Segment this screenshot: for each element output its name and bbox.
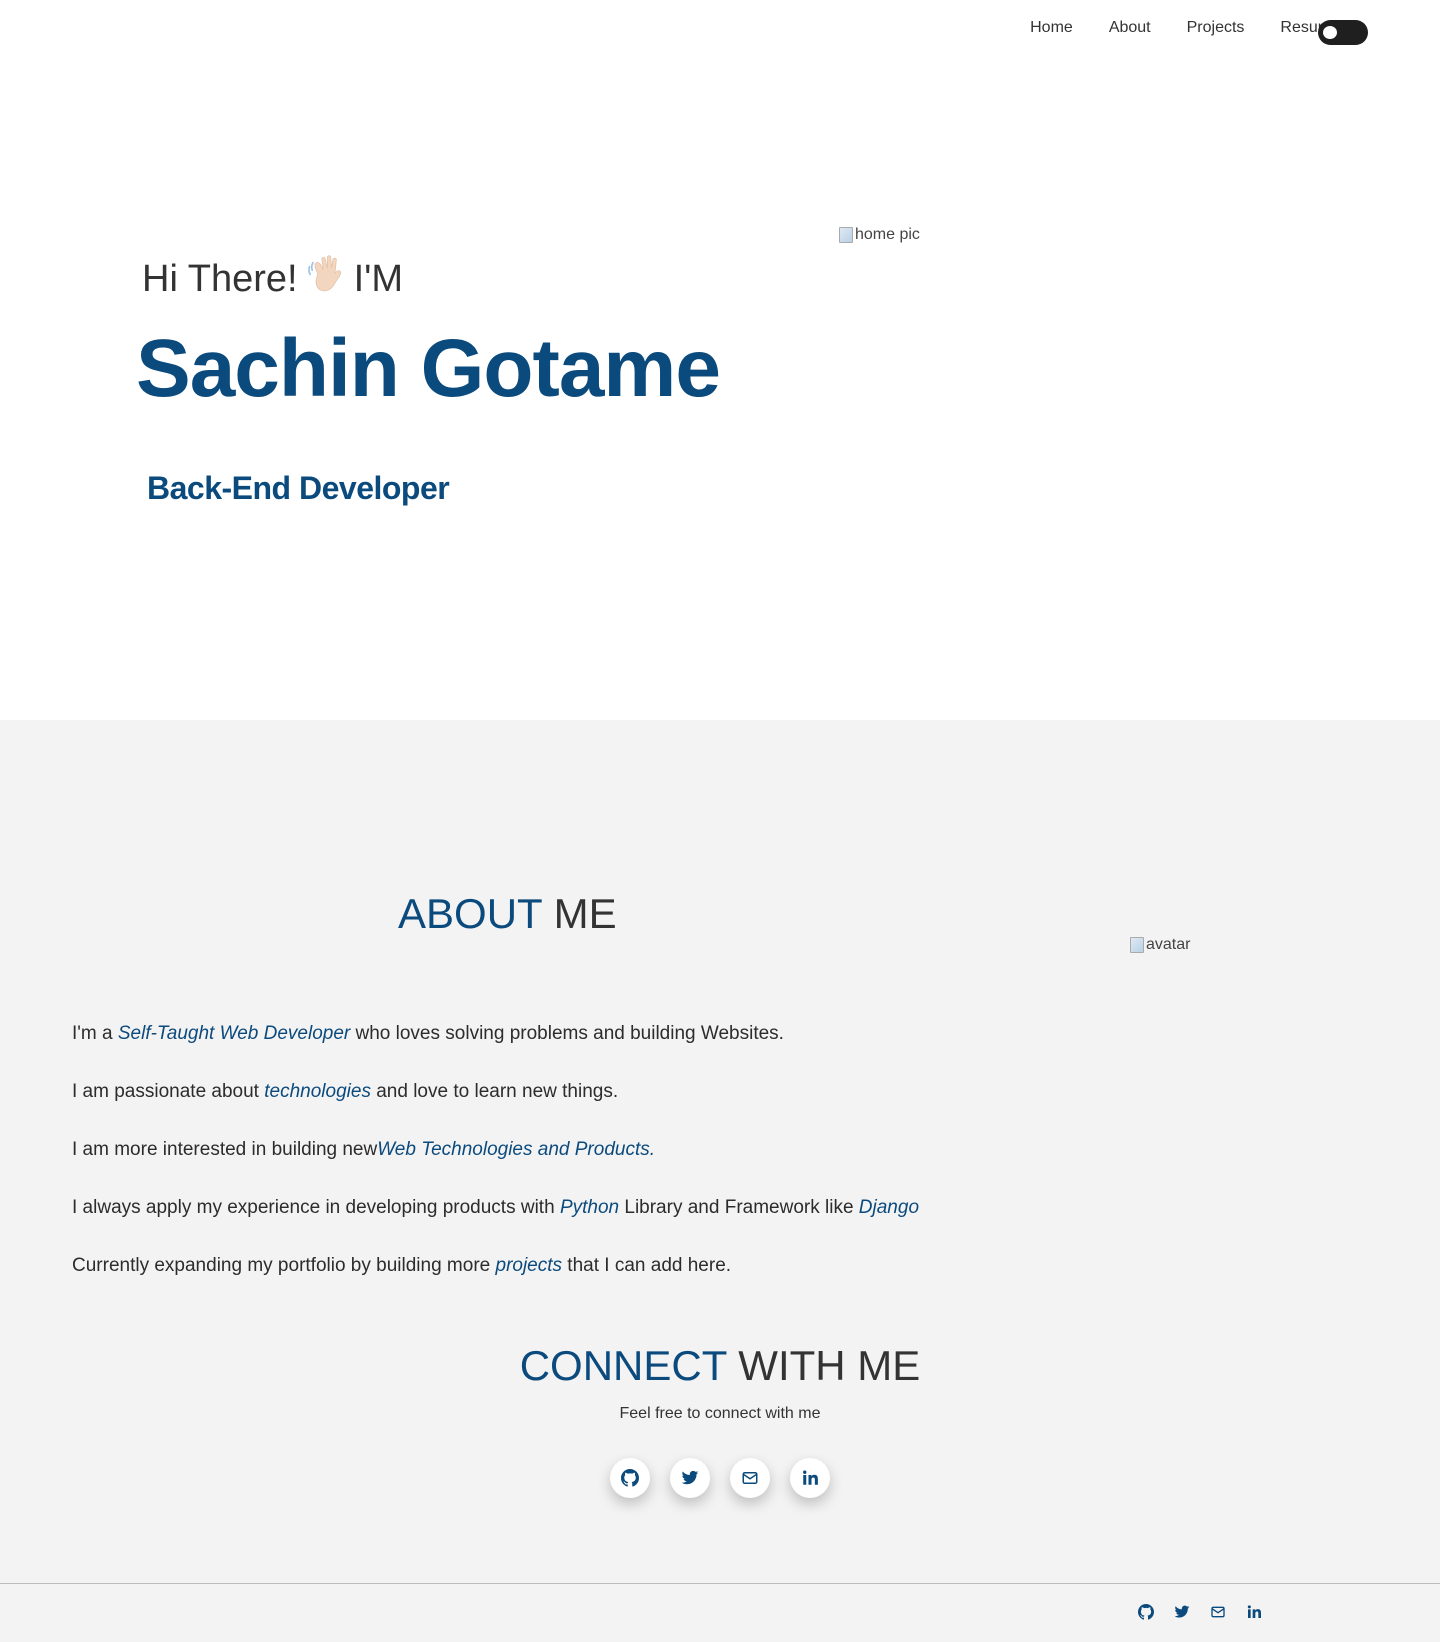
footer-github-link[interactable] (1138, 1604, 1154, 1620)
about-section: ABOUT ME avatar I'm a Self-Taught Web De… (0, 720, 1440, 1584)
about-title-rest: ME (553, 890, 617, 937)
greeting-post: I'M (353, 258, 404, 300)
github-icon (621, 1469, 639, 1487)
theme-toggle[interactable] (1318, 20, 1368, 45)
about-line-text: I am passionate about (72, 1081, 265, 1102)
avatar-image: avatar (1130, 936, 1190, 954)
footer-linkedin-link[interactable] (1246, 1604, 1262, 1620)
about-line-5: Currently expanding my portfolio by buil… (72, 1254, 919, 1312)
waving-hand-icon (307, 255, 341, 292)
toggle-knob (1323, 26, 1337, 39)
footer-email-link[interactable] (1210, 1604, 1226, 1620)
footer (0, 1583, 1440, 1642)
about-text: I'm a Self-Taught Web Developer who love… (72, 1022, 919, 1312)
greeting-pre: Hi There! (142, 258, 298, 300)
about-line-text: Currently expanding my portfolio by buil… (72, 1255, 496, 1276)
about-line-text: that I can add here. (562, 1255, 732, 1276)
about-line-text: and love to learn new things. (370, 1081, 619, 1102)
footer-social-links (1138, 1604, 1282, 1620)
email-button[interactable] (730, 1458, 770, 1498)
about-line-3: I am more interested in building newWeb … (72, 1138, 919, 1196)
broken-image-icon (1130, 937, 1144, 953)
hero-greeting: Hi There! I'M (142, 253, 403, 301)
about-line-2: I am passionate about technologies and l… (72, 1080, 919, 1138)
hero-role: Back-End Developer (147, 470, 450, 506)
nav-about-link[interactable]: About (1109, 19, 1151, 37)
nav-home-link[interactable]: Home (1030, 19, 1073, 37)
about-title-accent: ABOUT (398, 890, 542, 937)
connect-title-accent: CONNECT (519, 1342, 727, 1389)
broken-image-icon (839, 227, 853, 243)
about-line-4: I always apply my experience in developi… (72, 1196, 919, 1254)
avatar-alt: avatar (1146, 936, 1191, 953)
nav-links: Home About Projects Resume (994, 19, 1340, 37)
navbar: Home About Projects Resume (0, 0, 1440, 62)
about-line-text: who loves solving problems and building … (350, 1023, 784, 1044)
mail-icon (1211, 1606, 1225, 1618)
about-highlight: Python (559, 1197, 620, 1218)
connect-subtitle: Feel free to connect with me (619, 1405, 821, 1422)
about-highlight: projects (495, 1255, 563, 1276)
twitter-button[interactable] (670, 1458, 710, 1498)
github-button[interactable] (610, 1458, 650, 1498)
connect-title: CONNECT WITH ME (0, 1342, 1440, 1390)
github-icon (1138, 1604, 1154, 1620)
twitter-icon (1174, 1605, 1190, 1618)
twitter-icon (681, 1470, 699, 1485)
linkedin-icon (803, 1470, 818, 1485)
linkedin-icon (1247, 1605, 1261, 1618)
connect-title-rest: WITH ME (738, 1342, 921, 1389)
mail-icon (742, 1472, 758, 1484)
about-line-text: I always apply my experience in developi… (72, 1197, 560, 1218)
about-highlight: Self-Taught Web Developer (117, 1023, 351, 1044)
about-highlight: technologies (264, 1081, 371, 1102)
social-links (610, 1458, 850, 1498)
home-pic-image: home pic (839, 226, 920, 244)
about-highlight: Web Technologies and Products. (377, 1139, 656, 1160)
about-line-text: I am more interested in building new (72, 1139, 378, 1160)
footer-twitter-link[interactable] (1174, 1604, 1190, 1620)
home-pic-alt: home pic (855, 226, 920, 243)
about-line-text: I'm a (72, 1023, 118, 1044)
hero-name: Sachin Gotame (136, 323, 721, 414)
about-highlight: Django (858, 1197, 920, 1218)
about-line-1: I'm a Self-Taught Web Developer who love… (72, 1022, 919, 1080)
linkedin-button[interactable] (790, 1458, 830, 1498)
about-title: ABOUT ME (398, 890, 617, 938)
nav-projects-link[interactable]: Projects (1187, 19, 1245, 37)
about-line-text: Library and Framework like (619, 1197, 859, 1218)
hero-section: Hi There! I'M Sachin Gotame Back-End Deve… (0, 62, 1440, 720)
